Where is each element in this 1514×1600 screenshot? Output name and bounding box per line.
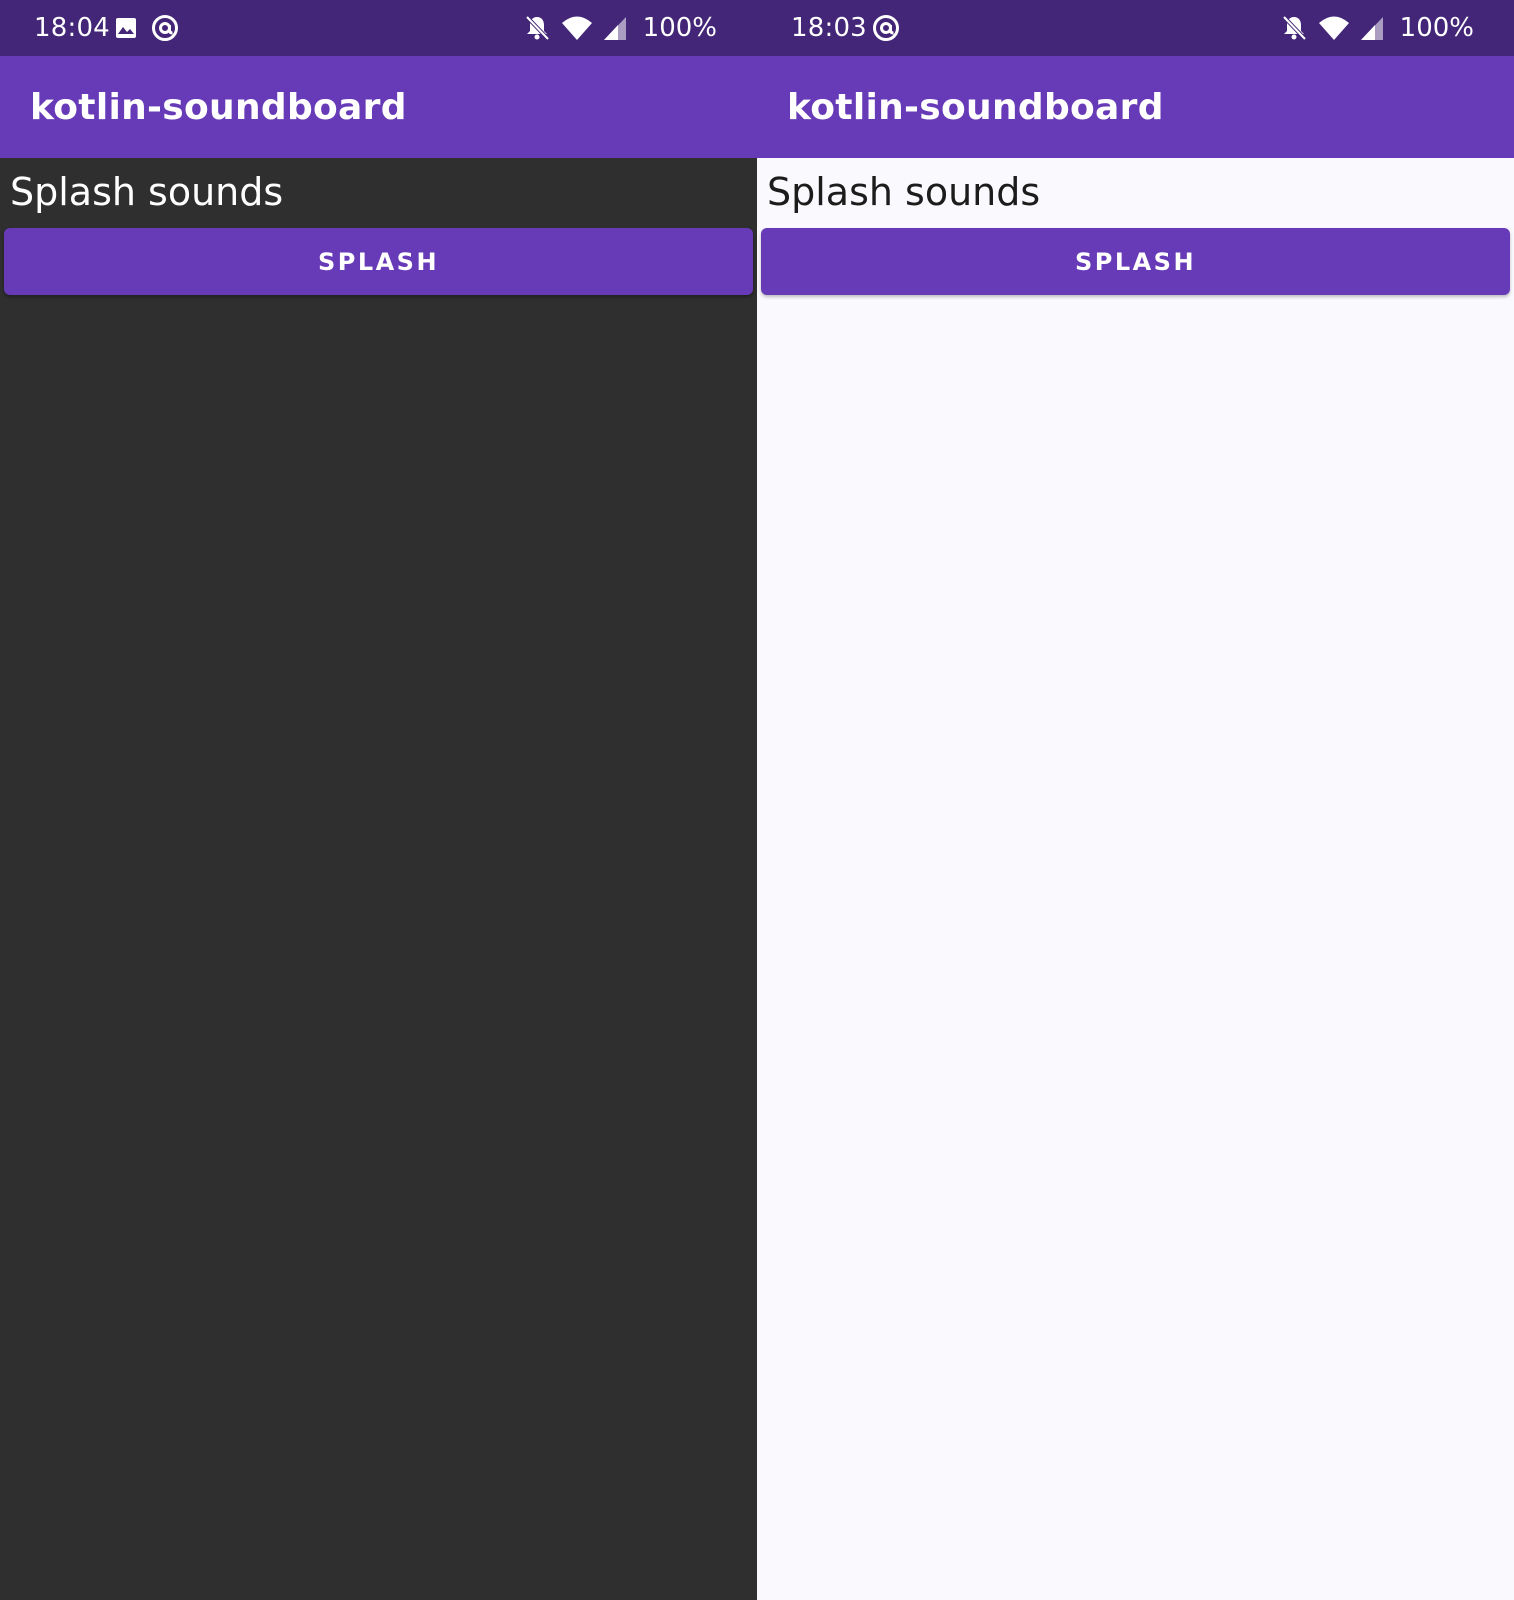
status-left-icons [114, 12, 180, 44]
bell-off-icon [523, 14, 551, 42]
splash-button[interactable]: SPLASH [4, 228, 753, 295]
image-icon [114, 16, 138, 40]
section-title: Splash sounds [10, 170, 284, 214]
phone-screen-dark: 18:04 100% kotlin-soundboard Splash soun… [0, 0, 757, 1600]
battery-percentage: 100% [642, 13, 717, 43]
wifi-icon [561, 15, 593, 41]
app-bar: kotlin-soundboard [757, 56, 1514, 158]
wifi-icon [1318, 15, 1350, 41]
at-sign-icon [150, 13, 180, 43]
app-title: kotlin-soundboard [30, 87, 407, 128]
phone-screen-light: 18:03 100% kotlin-soundboard Splash soun… [757, 0, 1514, 1600]
status-bar: 18:04 100% [0, 0, 757, 56]
app-title: kotlin-soundboard [787, 87, 1164, 128]
battery-percentage: 100% [1399, 13, 1474, 43]
status-time: 18:03 [791, 13, 867, 43]
screenshot-pair: 18:04 100% kotlin-soundboard Splash soun… [0, 0, 1514, 1600]
bell-off-icon [1280, 14, 1308, 42]
cell-signal-icon [1360, 15, 1384, 41]
cell-signal-icon [603, 15, 627, 41]
at-sign-icon [871, 13, 901, 43]
status-right: 100% [1280, 11, 1474, 45]
splash-button[interactable]: SPLASH [761, 228, 1510, 295]
status-right: 100% [523, 11, 717, 45]
status-time: 18:04 [34, 13, 110, 43]
status-left-icons [871, 12, 901, 44]
app-bar: kotlin-soundboard [0, 56, 757, 158]
status-bar: 18:03 100% [757, 0, 1514, 56]
section-title: Splash sounds [767, 170, 1041, 214]
